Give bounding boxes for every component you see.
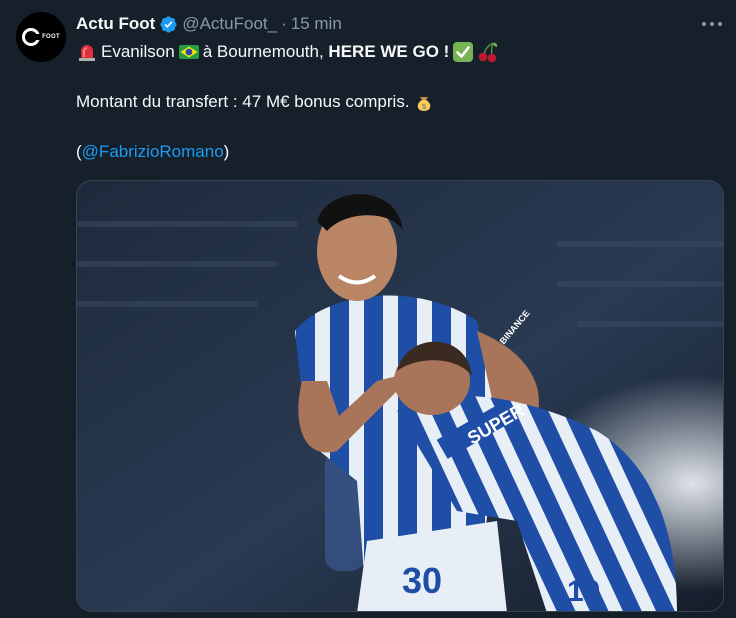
tweet-text: Evanilson à Bournemouth, HERE WE GO ! Mo… [76, 40, 716, 164]
separator-dot: · [281, 14, 287, 33]
tweet-card[interactable]: FOOT Actu Foot @ActuFoot_ · 15 min Evani… [0, 0, 736, 618]
verified-badge-icon[interactable] [159, 15, 178, 34]
handle[interactable]: @ActuFoot_ [182, 14, 277, 34]
timestamp[interactable]: 15 min [291, 14, 342, 34]
display-name[interactable]: Actu Foot [76, 14, 155, 34]
cherries-emoji [479, 42, 498, 63]
tweet-line-1: Evanilson à Bournemouth, HERE WE GO ! [76, 40, 716, 64]
tweet-header: Actu Foot @ActuFoot_ · 15 min [76, 12, 342, 36]
tweet-line-2: Montant du transfert : 47 M€ bonus compr… [76, 90, 716, 114]
player-name: Evanilson [101, 42, 175, 61]
check-mark-emoji [453, 42, 474, 62]
jersey-number-10: 10 [567, 575, 600, 608]
more-options-icon[interactable] [702, 14, 722, 34]
mention-link[interactable]: @FabrizioRomano [82, 140, 224, 164]
logo-mark [22, 28, 42, 46]
brazil-flag-emoji [178, 45, 199, 59]
jersey-number-30: 30 [402, 560, 442, 601]
destination-text: à Bournemouth, [202, 42, 324, 61]
photo-players-celebrating: SUPER BINANCE 30 10 [77, 181, 723, 611]
svg-text:$: $ [421, 102, 426, 111]
paren-close: ) [223, 142, 230, 161]
money-bag-emoji: $ [417, 97, 430, 111]
avatar-text: FOOT [42, 34, 60, 40]
transfer-amount-text: Montant du transfert : 47 M€ bonus compr… [76, 92, 410, 111]
rotating-light-emoji [79, 45, 95, 61]
tweet-line-3: ( @FabrizioRomano ) [76, 140, 716, 164]
tweet-photo[interactable]: SUPER BINANCE 30 10 [76, 180, 724, 612]
here-we-go-text: HERE WE GO ! [328, 42, 450, 61]
avatar[interactable]: FOOT [16, 12, 66, 62]
